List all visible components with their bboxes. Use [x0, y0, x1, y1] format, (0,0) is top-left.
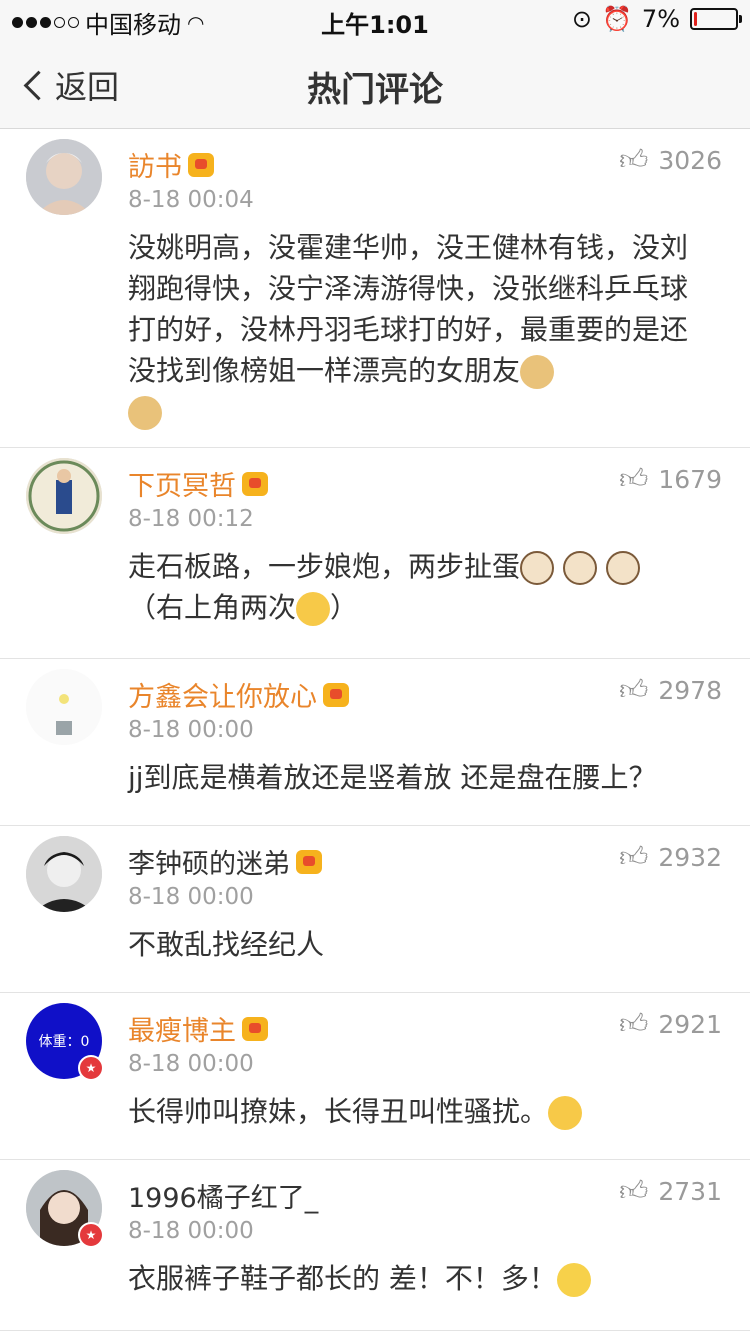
comment-list: 訪书 8-18 00:04 👍︎ 3026 没姚明高，没霍建华帅，没王健林有钱，… [0, 129, 750, 1331]
username[interactable]: 方鑫会让你放心 [128, 675, 349, 714]
doge-emoji [520, 355, 555, 389]
timestamp: 8-18 00:12 [128, 506, 254, 532]
thinking-emoji [296, 592, 331, 626]
avatar[interactable] [26, 139, 102, 215]
navigation-bar: 返回 热门评论 [0, 40, 750, 129]
username[interactable]: 李钟硕的迷弟 [128, 842, 322, 881]
comment-item: ★ 1996橘子红了_ 8-18 00:00 👍︎ 2731 衣服裤子鞋子都长的… [0, 1160, 750, 1331]
like-count: 2921 [658, 1009, 722, 1039]
comment-item: 体重：0 ★ 最瘦博主 8-18 00:00 👍︎ 2921 长得帅叫撩妹，长得… [0, 993, 750, 1160]
comment-text: 衣服裤子鞋子都长的 差！不！多！ [128, 1258, 708, 1299]
comment-text: 没姚明高，没霍建华帅，没王健林有钱，没刘翔跑得快，没宁泽涛游得快，没张继科乒乓球… [128, 227, 708, 432]
vip-crown-icon [188, 152, 214, 177]
page-title: 热门评论 [307, 70, 443, 110]
like-button[interactable]: 👍︎ 1679 [619, 462, 722, 496]
comment-text: 走石板路，一步娘炮，两步扯蛋 （右上角两次） [128, 546, 708, 628]
timestamp: 8-18 00:00 [128, 884, 254, 910]
thumbs-up-icon: 👍︎ [619, 1007, 649, 1040]
comment-item: 李钟硕的迷弟 8-18 00:00 👍︎ 2932 不敢乱找经纪人 [0, 826, 750, 993]
laugh-cry-emoji [556, 1263, 591, 1297]
like-count: 1679 [658, 464, 722, 494]
like-button[interactable]: 👍︎ 2731 [619, 1174, 722, 1208]
avatar[interactable] [26, 836, 102, 912]
username[interactable]: 訪书 [128, 145, 214, 184]
like-button[interactable]: 👍︎ 2978 [619, 673, 722, 707]
cat-emoji [605, 551, 640, 585]
like-count: 3026 [658, 145, 722, 175]
battery-icon [690, 8, 742, 30]
timestamp: 8-18 00:04 [128, 187, 254, 213]
like-count: 2731 [658, 1176, 722, 1206]
vip-crown-icon [242, 1016, 268, 1041]
cat-emoji [562, 551, 597, 585]
thinking-emoji [548, 1096, 583, 1130]
status-bar: 中国移动 ◠ 上午1:01 ⊙ ⏰ 7% [0, 0, 750, 40]
username[interactable]: 最瘦博主 [128, 1009, 268, 1048]
timestamp: 8-18 00:00 [128, 1051, 254, 1077]
status-right: ⊙ ⏰ 7% [571, 5, 742, 33]
battery-percent: 7% [641, 5, 680, 33]
comment-text: 长得帅叫撩妹，长得丑叫性骚扰。 [128, 1091, 708, 1132]
vip-crown-icon [296, 849, 322, 874]
like-button[interactable]: 👍︎ 3026 [619, 143, 722, 177]
thumbs-up-icon: 👍︎ [619, 143, 649, 176]
like-count: 2978 [658, 675, 722, 705]
timestamp: 8-18 00:00 [128, 717, 254, 743]
verified-badge-icon: ★ [78, 1055, 104, 1081]
cat-emoji [520, 551, 555, 585]
thumbs-up-icon: 👍︎ [619, 1174, 649, 1207]
like-button[interactable]: 👍︎ 2932 [619, 840, 722, 874]
like-count: 2932 [658, 842, 722, 872]
verified-badge-icon: ★ [78, 1222, 104, 1248]
username[interactable]: 1996橘子红了_ [128, 1176, 318, 1215]
like-button[interactable]: 👍︎ 2921 [619, 1007, 722, 1041]
doge-emoji [128, 396, 162, 430]
alarm-icon: ⏰ [602, 5, 632, 33]
comment-text: jj到底是横着放还是竖着放 还是盘在腰上？ [128, 761, 657, 794]
comment-item: 下页冥哲 8-18 00:12 👍︎ 1679 走石板路，一步娘炮，两步扯蛋 （… [0, 448, 750, 659]
comment-item: 訪书 8-18 00:04 👍︎ 3026 没姚明高，没霍建华帅，没王健林有钱，… [0, 129, 750, 448]
avatar[interactable] [26, 669, 102, 745]
vip-crown-icon [242, 471, 268, 496]
avatar[interactable] [26, 458, 102, 534]
username[interactable]: 下页冥哲 [128, 464, 268, 503]
vip-crown-icon [323, 682, 349, 707]
thumbs-up-icon: 👍︎ [619, 673, 649, 706]
avatar-text: 体重：0 [38, 1034, 90, 1050]
comment-text: 不敢乱找经纪人 [128, 928, 325, 961]
lock-rotation-icon: ⊙ [571, 5, 593, 33]
timestamp: 8-18 00:00 [128, 1218, 254, 1244]
comment-item: 方鑫会让你放心 8-18 00:00 👍︎ 2978 jj到底是横着放还是竖着放… [0, 659, 750, 826]
thumbs-up-icon: 👍︎ [619, 840, 649, 873]
thumbs-up-icon: 👍︎ [619, 462, 649, 495]
